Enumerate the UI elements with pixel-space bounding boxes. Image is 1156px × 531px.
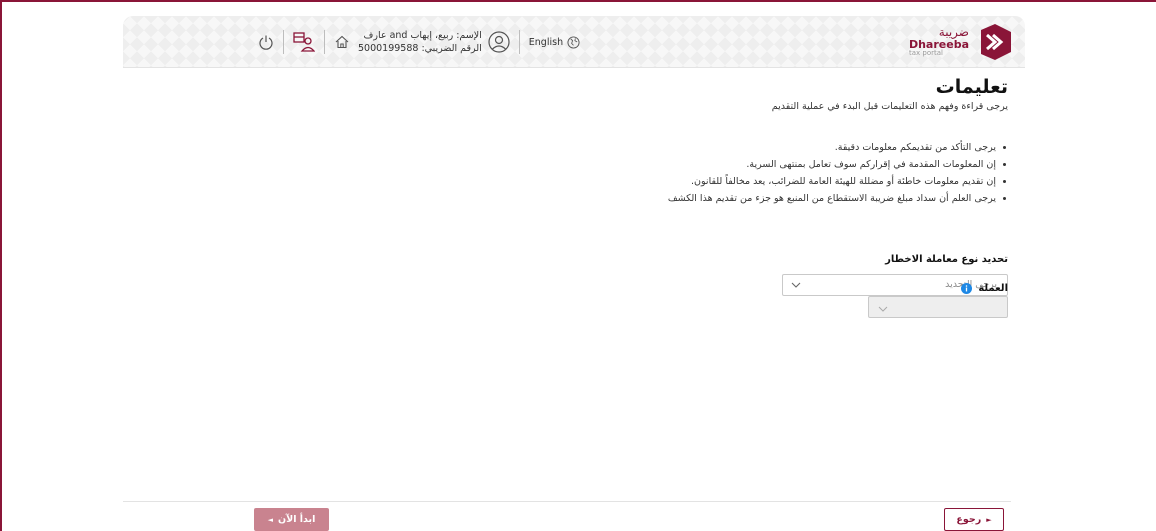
back-label: رجوع [956,514,982,525]
user-info[interactable]: الإسم: ربيع، إيهاب and عارف الرقم الضريب… [358,29,510,55]
currency-label-row: العملة [961,283,1008,294]
user-avatar-icon [488,31,510,53]
transaction-type-label: تحديد نوع معاملة الاخطار [885,254,1008,265]
info-icon[interactable] [961,283,973,294]
user-tax-id: الرقم الضريبي: 5000199588 [358,43,482,54]
currency-select[interactable] [868,296,1008,318]
chevron-down-icon [791,282,801,288]
header-divider [283,30,284,54]
language-switch[interactable]: English [528,35,580,49]
language-label: English [528,36,564,48]
list-item: إن المعلومات المقدمة في إقراركم سوف تعام… [488,156,1008,173]
logo-tagline: tax portal [908,49,943,58]
start-now-button[interactable]: ابدأ الآن ◄ [254,508,329,531]
globe-icon [567,35,580,49]
header-divider [324,30,325,54]
list-item: يرجى التأكد من تقديمكم معلومات دقيقة. [488,139,1008,156]
footer-divider [123,501,1011,502]
start-label: ابدأ الآن [278,514,316,525]
dhareeba-mark-icon [981,24,1011,60]
logo-arabic: ضريبة [938,25,969,40]
dhareeba-logo[interactable]: ضريبة Dhareeba tax portal [909,22,1015,62]
currency-label: العملة [978,283,1008,294]
header-controls: الإسم: ربيع، إيهاب and عارف الرقم الضريب… [258,26,580,58]
home-button[interactable] [334,34,350,50]
back-button[interactable]: ► رجوع [944,508,1004,531]
power-icon [259,35,273,50]
home-icon [335,35,349,49]
page-subtitle: يرجى قراءة وفهم هذه التعليمات قبل البدء … [771,101,1008,112]
user-text: الإسم: ربيع، إيهاب and عارف الرقم الضريب… [358,29,482,55]
list-item: إن تقديم معلومات خاطئة أو مضللة للهيئة ا… [488,173,1008,190]
arrow-right-icon: ► [986,515,992,524]
switch-account-button[interactable] [293,32,315,52]
arrow-left-icon: ◄ [267,515,274,524]
switch-users-icon [293,32,315,52]
page-title: تعليمات [935,76,1008,98]
header-divider [518,30,520,54]
logo-text: ضريبة Dhareeba tax portal [909,26,969,57]
top-header: ضريبة Dhareeba tax portal الإسم: ربيع، إ… [123,16,1025,68]
user-name: الإسم: ربيع، إيهاب and عارف [363,30,482,41]
chevron-down-icon [878,306,888,312]
logout-button[interactable] [258,34,274,50]
list-item: يرجى العلم أن سداد مبلغ ضريبة الاستقطاع … [488,190,1008,207]
instructions-list: يرجى التأكد من تقديمكم معلومات دقيقة. إن… [488,139,1008,207]
